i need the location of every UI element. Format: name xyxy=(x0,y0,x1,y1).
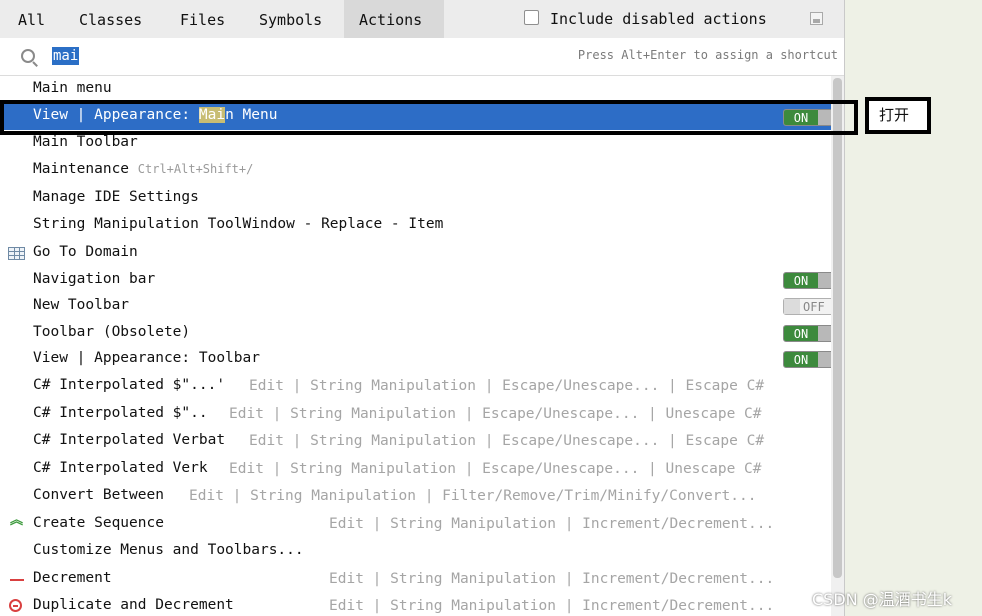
item-path: Edit | String Manipulation | Escape/Unes… xyxy=(229,406,762,422)
list-item[interactable]: Convert Between Edit | String Manipulati… xyxy=(0,483,844,510)
table-icon xyxy=(8,247,25,260)
item-label: String Manipulation ToolWindow - Replace… xyxy=(33,216,444,232)
list-item[interactable]: Toolbar (Obsolete) ON xyxy=(0,320,844,347)
toggle-switch[interactable]: ON xyxy=(783,109,837,126)
toggle-switch[interactable]: OFF xyxy=(783,298,837,315)
tab-bar: All Classes Files Symbols Actions Includ… xyxy=(0,0,844,39)
list-item[interactable]: String Manipulation ToolWindow - Replace… xyxy=(0,212,844,239)
include-disabled-label[interactable]: Include disabled actions xyxy=(550,0,767,38)
item-label: View | Appearance: Toolbar xyxy=(33,350,260,366)
item-label: Go To Domain xyxy=(33,244,138,260)
item-label: Main menu xyxy=(33,80,112,96)
scrollbar-thumb[interactable] xyxy=(833,78,842,578)
toggle-switch[interactable]: ON xyxy=(783,325,837,342)
item-label: Duplicate and Decrement xyxy=(33,597,234,613)
item-label: C# Interpolated $".. xyxy=(33,405,208,421)
list-item-selected[interactable]: View | Appearance: Main Menu ON xyxy=(0,103,844,130)
search-everywhere-popup: All Classes Files Symbols Actions Includ… xyxy=(0,0,845,616)
list-item[interactable]: ︽ Create Sequence Edit | String Manipula… xyxy=(0,511,844,538)
item-label: Main Toolbar xyxy=(33,134,138,150)
item-label: C# Interpolated $"...' xyxy=(33,377,226,393)
list-item[interactable]: Main menu xyxy=(0,76,844,103)
item-path: Edit | String Manipulation | Increment/D… xyxy=(329,598,775,614)
list-item[interactable]: Decrement Edit | String Manipulation | I… xyxy=(0,566,844,593)
item-path: Edit | String Manipulation | Filter/Remo… xyxy=(189,488,757,504)
item-label: Customize Menus and Toolbars... xyxy=(33,542,304,558)
tab-actions[interactable]: Actions xyxy=(344,0,444,38)
shortcut-hint: Press Alt+Enter to assign a shortcut xyxy=(577,48,838,62)
item-label: Maintenance Ctrl+Alt+Shift+/ xyxy=(33,161,254,177)
tab-classes[interactable]: Classes xyxy=(62,0,164,38)
list-item[interactable]: Main Toolbar xyxy=(0,130,844,157)
list-item[interactable]: Maintenance Ctrl+Alt+Shift+/ xyxy=(0,157,844,184)
list-item[interactable]: Manage IDE Settings xyxy=(0,185,844,212)
pin-window-icon[interactable] xyxy=(810,12,823,25)
item-label: View | Appearance: Main Menu xyxy=(33,107,278,123)
toggle-switch[interactable]: ON xyxy=(783,272,837,289)
item-label: C# Interpolated Verk xyxy=(33,460,208,476)
annotation-callout: 打开 xyxy=(865,97,931,134)
item-label: C# Interpolated Verbat xyxy=(33,432,226,448)
include-disabled-checkbox[interactable] xyxy=(524,10,539,25)
tab-all[interactable]: All xyxy=(0,0,62,38)
shortcut-text: Ctrl+Alt+Shift+/ xyxy=(137,162,254,176)
list-item[interactable]: New Toolbar OFF xyxy=(0,293,844,320)
item-label: Decrement xyxy=(33,570,112,586)
item-path: Edit | String Manipulation | Escape/Unes… xyxy=(229,461,762,477)
list-item[interactable]: C# Interpolated Verbat Edit | String Man… xyxy=(0,428,844,455)
item-label: Manage IDE Settings xyxy=(33,189,199,205)
list-item[interactable]: C# Interpolated Verk Edit | String Manip… xyxy=(0,456,844,483)
search-input[interactable]: mai xyxy=(52,47,80,65)
tab-files[interactable]: Files xyxy=(164,0,244,38)
item-label: New Toolbar xyxy=(33,297,130,313)
item-path: Edit | String Manipulation | Escape/Unes… xyxy=(249,378,765,394)
match-highlight: Mai xyxy=(198,107,226,123)
list-item[interactable]: Customize Menus and Toolbars... xyxy=(0,538,844,565)
minus-circle-icon xyxy=(9,599,22,612)
item-path: Edit | String Manipulation | Increment/D… xyxy=(329,516,775,532)
item-path: Edit | String Manipulation | Increment/D… xyxy=(329,571,775,587)
list-item[interactable]: Navigation bar ON xyxy=(0,267,844,294)
item-label: Create Sequence xyxy=(33,515,164,531)
minus-icon xyxy=(10,579,24,581)
toggle-switch[interactable]: ON xyxy=(783,351,837,368)
tab-symbols[interactable]: Symbols xyxy=(244,0,344,38)
item-label: Toolbar (Obsolete) xyxy=(33,324,191,340)
item-label: Convert Between xyxy=(33,487,164,503)
list-item[interactable]: C# Interpolated $"...' Edit | String Man… xyxy=(0,373,844,400)
list-item[interactable]: Duplicate and Decrement Edit | String Ma… xyxy=(0,593,844,616)
list-item[interactable]: View | Appearance: Toolbar ON xyxy=(0,346,844,373)
search-icon xyxy=(21,49,35,63)
item-path: Edit | String Manipulation | Escape/Unes… xyxy=(249,433,765,449)
item-label: Navigation bar xyxy=(33,271,156,287)
watermark: CSDN @温酒书生k xyxy=(812,590,952,609)
scrollbar[interactable] xyxy=(831,76,844,616)
list-item[interactable]: C# Interpolated $".. Edit | String Manip… xyxy=(0,401,844,428)
chevron-up-icon: ︽ xyxy=(10,513,24,528)
list-item[interactable]: Go To Domain xyxy=(0,240,844,267)
